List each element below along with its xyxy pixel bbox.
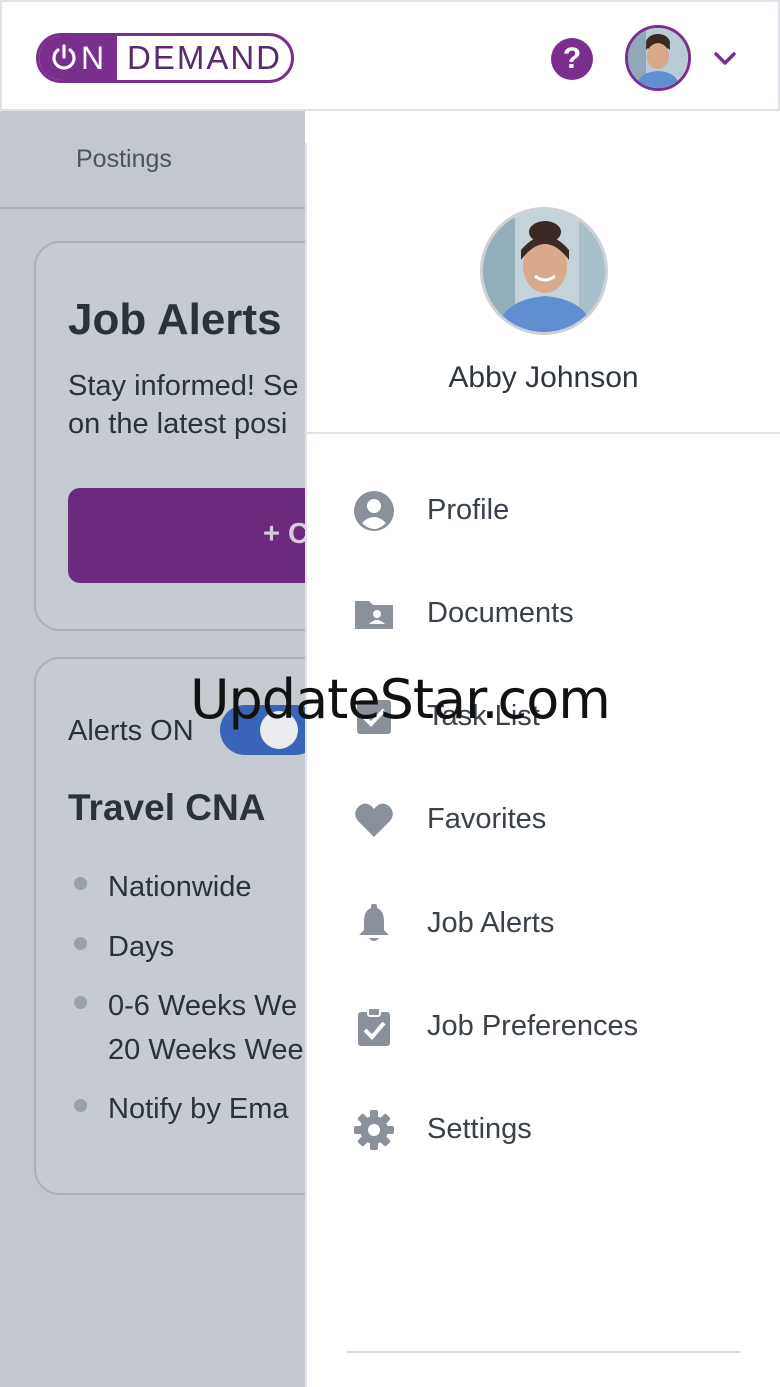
menu-item-documents[interactable]: Documents [307, 579, 780, 649]
help-icon[interactable]: ? [551, 38, 593, 80]
bullet-icon [74, 1099, 87, 1112]
menu-label: Settings [427, 1113, 532, 1145]
user-photo-small [628, 28, 688, 88]
heart-icon [355, 803, 393, 837]
menu-item-favorites[interactable]: Favorites [307, 785, 780, 855]
menu-label: Job Preferences [427, 1010, 639, 1042]
menu-label: Favorites [427, 803, 547, 835]
travel-cna-alert-card: Alerts ON Travel CNA Nationwide Days 0-6… [34, 657, 305, 1195]
logo-demand-text: DEMAND [127, 39, 283, 76]
watermark-text: UpdateStar.com [190, 668, 611, 731]
bullet-icon [74, 937, 87, 950]
header-avatar[interactable] [625, 25, 691, 91]
menu-item-job-alerts[interactable]: Job Alerts [307, 889, 780, 959]
bullet-icon [74, 877, 87, 890]
create-alert-button[interactable]: + C [68, 488, 305, 583]
criteria-text: Days [108, 931, 175, 963]
alert-title: Travel CNA [68, 787, 266, 828]
job-alerts-description: Stay informed! Se on the latest posi [68, 367, 299, 443]
criteria-text: 0-6 Weeks We [108, 990, 298, 1022]
ondemand-logo[interactable]: N DEMAND [36, 33, 294, 83]
menu-item-settings[interactable]: Settings [307, 1095, 780, 1165]
drawer-avatar[interactable] [480, 207, 608, 335]
menu-label: Documents [427, 597, 574, 629]
drawer-profile-header: Abby Johnson [307, 143, 780, 434]
criteria-text: Notify by Ema [108, 1093, 289, 1125]
menu-item-job-preferences[interactable]: Job Preferences [307, 992, 780, 1062]
profile-icon [354, 491, 394, 531]
bell-icon [359, 904, 389, 941]
logo-on-badge: N [39, 36, 117, 80]
chevron-down-icon[interactable] [710, 44, 740, 74]
bullet-icon [74, 996, 87, 1009]
power-icon [52, 44, 76, 70]
gear-icon [354, 1110, 394, 1150]
clipboard-check-icon [358, 1007, 390, 1046]
user-name: Abby Johnson [448, 361, 639, 394]
job-alerts-heading: Job Alerts [68, 295, 282, 344]
menu-item-profile[interactable]: Profile [307, 476, 780, 546]
tab-postings[interactable]: Postings [76, 145, 172, 174]
alerts-toggle-label: Alerts ON [68, 715, 194, 747]
tab-strip: Postings [0, 143, 305, 209]
menu-label: Profile [427, 494, 510, 526]
criteria-text-continued: 20 Weeks Wee [108, 1034, 304, 1066]
menu-label: Job Alerts [427, 907, 555, 939]
job-alerts-description-line2: on the latest posi [68, 408, 288, 440]
drawer-divider [347, 1351, 740, 1353]
create-alert-label: + C [263, 518, 305, 550]
documents-icon [355, 601, 393, 629]
user-photo-large [483, 210, 605, 332]
user-menu-drawer: Abby Johnson Profile Documents Task List [305, 143, 780, 1387]
job-alerts-description-line1: Stay informed! Se [68, 370, 299, 402]
background-page: Postings Job Alerts Stay informed! Se on… [0, 111, 305, 1387]
criteria-text: Nationwide [108, 871, 252, 903]
logo-on-text: N [80, 39, 106, 76]
app-header: N DEMAND ? [0, 0, 780, 111]
job-alerts-card: Job Alerts Stay informed! Se on the late… [34, 241, 305, 631]
